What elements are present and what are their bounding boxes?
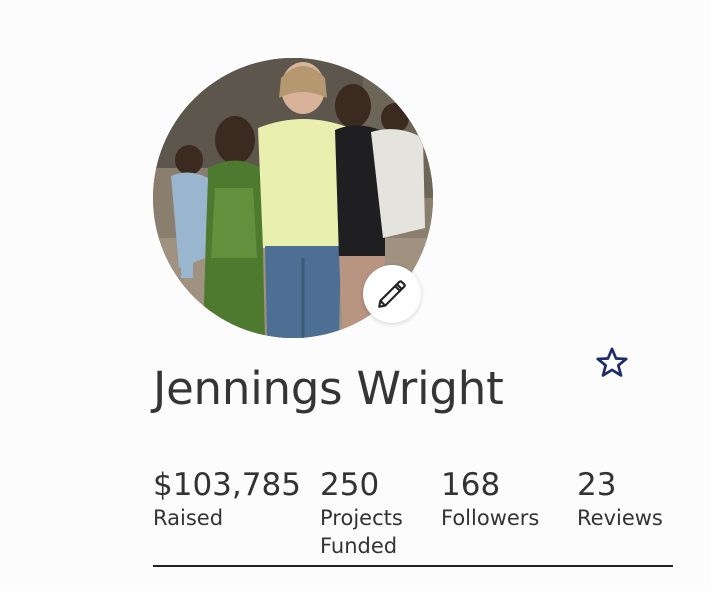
profile-name: Jennings Wright xyxy=(153,362,504,415)
pencil-icon xyxy=(378,280,406,308)
stat-projects-funded: 250 Projects Funded xyxy=(320,466,403,560)
stat-value: 250 xyxy=(320,467,380,503)
stat-label: Followers xyxy=(441,506,540,530)
stat-value: $103,785 xyxy=(153,467,301,503)
stat-raised: $103,785 Raised xyxy=(153,466,301,532)
stat-followers: 168 Followers xyxy=(441,466,539,532)
stats-divider xyxy=(153,565,673,567)
stat-label: Raised xyxy=(153,506,224,530)
stat-label: Projects Funded xyxy=(320,506,403,558)
stat-label: Reviews xyxy=(577,506,663,530)
favorite-button[interactable] xyxy=(594,345,630,381)
profile-page: Jennings Wright $103,785 Raised 250 Proj… xyxy=(0,0,711,591)
stat-value: 168 xyxy=(441,467,501,503)
star-outline-icon xyxy=(596,347,628,377)
edit-avatar-button[interactable] xyxy=(363,265,421,323)
avatar-container xyxy=(153,58,433,338)
stat-reviews: 23 Reviews xyxy=(577,466,663,532)
stat-value: 23 xyxy=(577,467,617,503)
profile-stats: $103,785 Raised 250 Projects Funded 168 … xyxy=(153,466,673,566)
